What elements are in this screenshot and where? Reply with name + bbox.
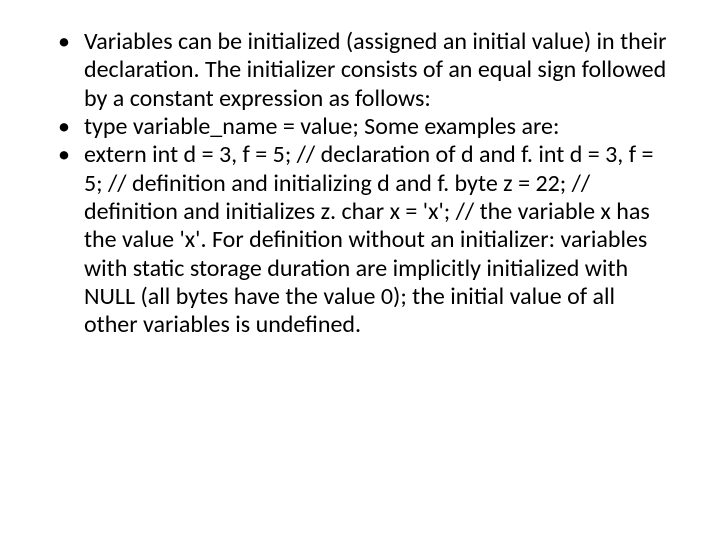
list-item: type variable_name = value; Some example…	[52, 113, 668, 141]
list-item: Variables can be initialized (assigned a…	[52, 28, 668, 113]
list-item: extern int d = 3, f = 5; // declaration …	[52, 141, 668, 339]
bullet-list: Variables can be initialized (assigned a…	[52, 28, 668, 339]
slide: Variables can be initialized (assigned a…	[0, 0, 720, 540]
